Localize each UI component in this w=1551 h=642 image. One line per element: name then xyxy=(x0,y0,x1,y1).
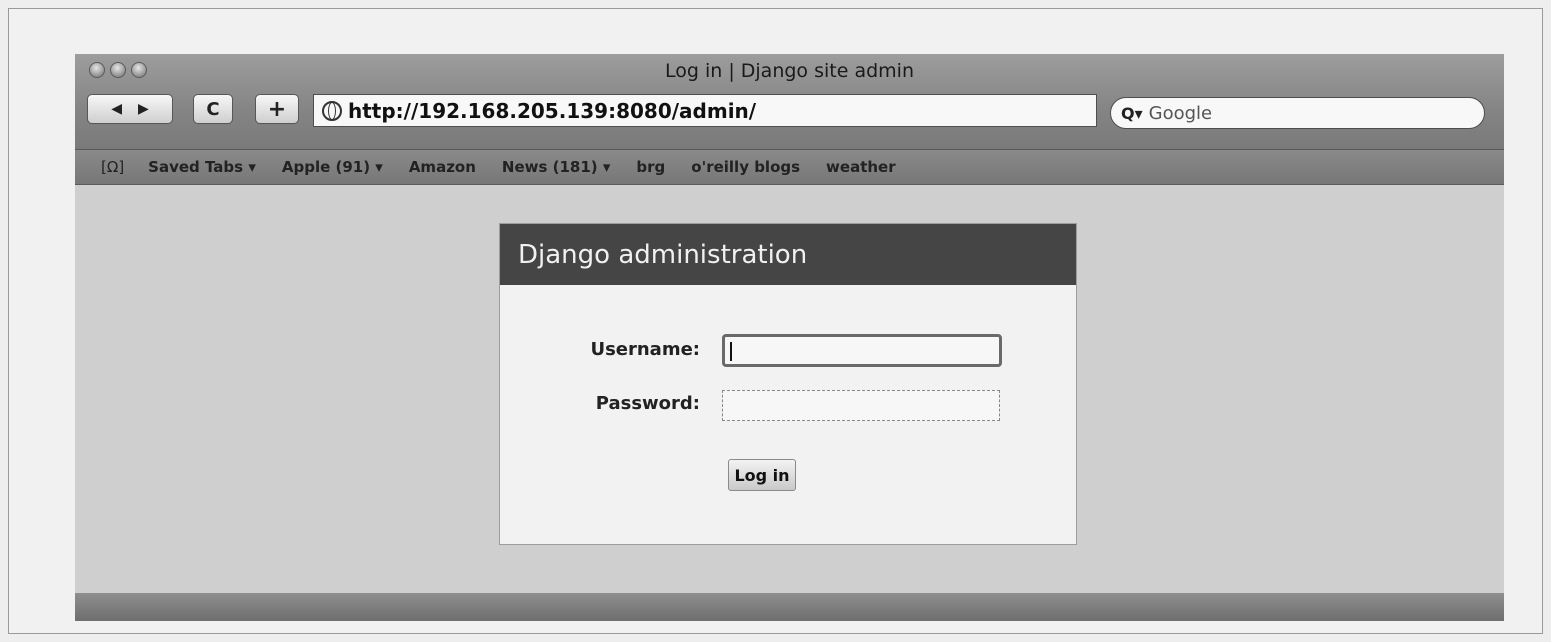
window-title: Log in | Django site admin xyxy=(665,60,914,82)
reload-button[interactable]: C xyxy=(193,94,233,124)
back-forward-buttons[interactable]: ◀ ▶ xyxy=(87,94,173,124)
login-panel: Django administration Username: Password… xyxy=(499,223,1077,545)
status-bar xyxy=(75,593,1504,621)
bookmark-apple[interactable]: Apple (91) ▾ xyxy=(282,158,383,176)
text-caret xyxy=(730,342,732,361)
url-text[interactable]: http://192.168.205.139:8080/admin/ xyxy=(348,99,756,123)
username-field[interactable] xyxy=(722,334,1002,367)
reload-icon: C xyxy=(206,98,220,120)
globe-icon xyxy=(322,100,342,121)
search-icon[interactable]: Q▾ xyxy=(1121,104,1143,123)
browser-window: Log in | Django site admin ◀ ▶ C + http:… xyxy=(75,54,1504,621)
plus-icon: + xyxy=(267,96,287,122)
username-label: Username: xyxy=(590,339,700,360)
password-label: Password: xyxy=(595,393,700,414)
bookmark-amazon[interactable]: Amazon xyxy=(409,158,476,176)
add-bookmark-button[interactable]: + xyxy=(255,94,299,124)
bookmark-weather[interactable]: weather xyxy=(826,158,896,176)
search-field[interactable]: Q▾ Google xyxy=(1110,97,1485,129)
search-placeholder: Google xyxy=(1148,102,1213,124)
forward-arrow-icon[interactable]: ▶ xyxy=(138,101,149,117)
page-frame: Log in | Django site admin ◀ ▶ C + http:… xyxy=(8,8,1543,634)
bookmark-news[interactable]: News (181) ▾ xyxy=(502,158,611,176)
back-arrow-icon[interactable]: ◀ xyxy=(111,101,122,117)
login-header: Django administration xyxy=(500,224,1076,285)
title-bar: Log in | Django site admin ◀ ▶ C + http:… xyxy=(75,54,1504,149)
bookmarks-bar: [Ω] Saved Tabs ▾ Apple (91) ▾ Amazon New… xyxy=(75,149,1504,185)
address-bar[interactable]: http://192.168.205.139:8080/admin/ xyxy=(313,94,1097,127)
bookmark-oreilly-blogs[interactable]: o'reilly blogs xyxy=(691,158,800,176)
bookmarks-icon[interactable]: [Ω] xyxy=(101,158,124,176)
bookmark-brg[interactable]: brg xyxy=(636,158,665,176)
bookmark-saved-tabs[interactable]: Saved Tabs ▾ xyxy=(148,158,256,176)
page-content: Django administration Username: Password… xyxy=(75,185,1504,593)
password-field[interactable] xyxy=(722,390,1000,421)
login-button[interactable]: Log in xyxy=(728,459,796,491)
